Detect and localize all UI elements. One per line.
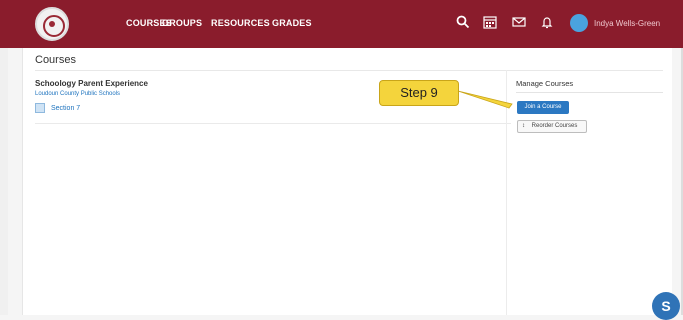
- page-title: Courses: [35, 54, 76, 66]
- nav-resources[interactable]: RESOURCES: [211, 18, 270, 28]
- left-gutter: [0, 48, 8, 315]
- notifications-icon[interactable]: [539, 14, 555, 30]
- help-chat-button[interactable]: S: [652, 292, 680, 320]
- mail-icon[interactable]: [511, 14, 527, 30]
- sidebar-divider: [506, 70, 507, 315]
- reorder-icon: ↕: [522, 123, 525, 129]
- user-name[interactable]: Indya Wells-Green: [594, 19, 660, 28]
- school-name[interactable]: Loudoun County Public Schools: [35, 91, 120, 97]
- nav-grades[interactable]: GRADES: [272, 18, 312, 28]
- manage-divider: [516, 92, 663, 93]
- reorder-label: Reorder Courses: [531, 123, 578, 129]
- top-navigation-bar: COURSES GROUPS RESOURCES GRADES Indya We…: [0, 0, 683, 48]
- section-label[interactable]: Section 7: [51, 105, 80, 112]
- step-callout: Step 9: [379, 80, 459, 106]
- search-icon[interactable]: [455, 14, 471, 30]
- main-content: Courses Schoology Parent Experience Loud…: [22, 48, 672, 315]
- reorder-courses-button[interactable]: ↕ Reorder Courses: [517, 120, 587, 133]
- nav-groups[interactable]: GROUPS: [162, 18, 202, 28]
- title-divider: [35, 70, 663, 71]
- manage-courses-title: Manage Courses: [516, 79, 574, 88]
- join-course-button[interactable]: Join a Course: [517, 101, 569, 114]
- course-section-icon: [35, 103, 45, 113]
- calendar-icon[interactable]: [482, 14, 498, 30]
- section-link[interactable]: Section 7: [35, 102, 80, 114]
- district-logo[interactable]: [35, 7, 69, 41]
- user-avatar[interactable]: [570, 14, 588, 32]
- course-name[interactable]: Schoology Parent Experience: [35, 79, 148, 88]
